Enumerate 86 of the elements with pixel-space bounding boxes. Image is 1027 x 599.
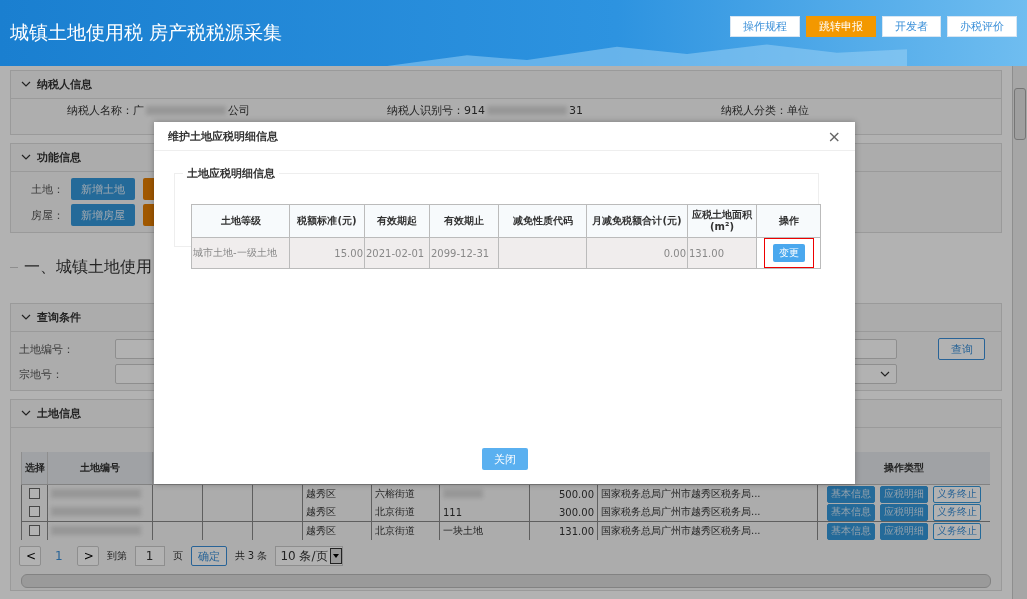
goto-label: 到第 [106, 549, 127, 563]
row-button[interactable]: 义务终止 [932, 503, 981, 521]
column-header: 有效期止 [444, 215, 484, 226]
panel-title: 土地信息 [37, 406, 81, 421]
app-title: 城镇土地使用税 房产税税源采集 [10, 20, 284, 45]
row-button[interactable]: 应税明细 [879, 503, 928, 521]
field-label: 宗地号： [19, 366, 64, 382]
table-cell: 2099-12-31 [431, 247, 490, 259]
column-header: 土地等级 [220, 215, 261, 226]
checkbox[interactable] [29, 524, 40, 536]
table-cell: 国家税务总局广州市越秀区税务局... [601, 506, 761, 517]
page-input[interactable]: 1 [134, 546, 165, 566]
search-button[interactable]: 查询 [938, 338, 985, 360]
checkbox[interactable] [29, 487, 40, 499]
total-count: 共 3 条 [234, 549, 268, 563]
field-label: 土地编号： [19, 341, 75, 357]
table-cell: 15.00 [334, 247, 363, 259]
table-cell: 国家税务总局广州市越秀区税务局... [601, 525, 761, 536]
table-cell: 城市土地-一级土地 [193, 247, 277, 258]
table-cell: 131.00 [559, 525, 594, 537]
table-cell: 国家税务总局广州市越秀区税务局... [601, 488, 761, 499]
dropdown-icon[interactable] [329, 548, 342, 564]
column-header: 操作类型 [883, 462, 924, 473]
row-button[interactable]: 基本信息 [826, 522, 875, 540]
page-size-select[interactable]: 10 条/页 [275, 546, 343, 566]
page-number[interactable]: 1 [49, 549, 69, 563]
column-header: 操作 [778, 215, 799, 226]
horizontal-scrollbar[interactable] [21, 574, 991, 588]
table-cell: 300.00 [559, 506, 594, 518]
panel-title: 功能信息 [37, 150, 81, 165]
chevron-icon[interactable] [21, 410, 31, 417]
table-cell: 111 [443, 506, 463, 518]
field-text: 纳税人分类：单位 [721, 103, 809, 118]
chevron-icon[interactable] [880, 370, 890, 378]
add-button[interactable]: 新增房屋 [71, 204, 135, 226]
column-header: 税额标准(元) [297, 215, 357, 226]
table-cell: 越秀区 [306, 488, 336, 499]
change-button[interactable]: 变更 [772, 244, 805, 262]
table-cell: 500.00 [559, 488, 594, 500]
field-text: 31 [569, 104, 583, 117]
header-button[interactable]: 开发者 [882, 16, 941, 37]
dialog-title: 维护土地应税明细信息 [168, 128, 278, 144]
header-button[interactable]: 跳转申报 [806, 16, 876, 37]
table-cell: 北京街道 [375, 525, 415, 536]
column-header: 有效期起 [377, 215, 417, 226]
table-cell: 0.00 [663, 247, 686, 259]
page-unit: 页 [172, 549, 183, 563]
fieldset-legend: 土地应税明细信息 [183, 166, 279, 181]
section-heading: 一、城镇土地使用 [24, 256, 152, 278]
column-header: 土地编号 [80, 462, 120, 473]
header-button[interactable]: 操作规程 [730, 16, 800, 37]
column-header: 选择 [24, 462, 45, 473]
table-cell: 六榕街道 [375, 488, 415, 499]
header-button[interactable]: 办税评价 [947, 16, 1017, 37]
vertical-scrollbar[interactable] [1012, 66, 1027, 599]
close-button[interactable]: 关闭 [481, 448, 528, 470]
field-text: 公司 [228, 103, 250, 118]
table-cell: 越秀区 [306, 525, 336, 536]
table-cell: 2021-02-01 [366, 247, 425, 259]
field-text: 纳税人名称：广 [67, 103, 144, 118]
column-header: 应税土地面积(m²) [692, 209, 752, 232]
field-label: 房屋： [31, 207, 65, 223]
row-button[interactable]: 应税明细 [879, 485, 928, 503]
row-button[interactable]: 基本信息 [826, 485, 875, 503]
prev-page-button[interactable]: < [19, 546, 41, 566]
column-header: 减免性质代码 [512, 215, 573, 226]
row-button[interactable]: 应税明细 [879, 522, 928, 540]
panel-title: 纳税人信息 [37, 77, 92, 92]
table-cell: 越秀区 [306, 506, 336, 517]
add-button[interactable]: 新增土地 [71, 178, 135, 200]
next-page-button[interactable]: > [76, 546, 99, 566]
column-header: 月减免税额合计(元) [592, 215, 682, 226]
field-text: 纳税人识别号：914 [387, 103, 485, 118]
field-label: 土地： [31, 181, 65, 197]
checkbox[interactable] [29, 505, 40, 517]
row-button[interactable]: 基本信息 [826, 503, 875, 521]
row-button[interactable]: 义务终止 [932, 522, 981, 540]
chevron-icon[interactable] [21, 314, 31, 321]
row-button[interactable]: 义务终止 [932, 485, 981, 503]
table-cell: 131.00 [689, 247, 724, 259]
table-cell: 北京街道 [375, 506, 415, 517]
chevron-icon[interactable] [21, 81, 31, 88]
table-cell: 一块土地 [443, 525, 483, 536]
confirm-button[interactable]: 确定 [190, 546, 227, 566]
chevron-icon[interactable] [21, 154, 31, 161]
panel-title: 查询条件 [37, 310, 81, 325]
